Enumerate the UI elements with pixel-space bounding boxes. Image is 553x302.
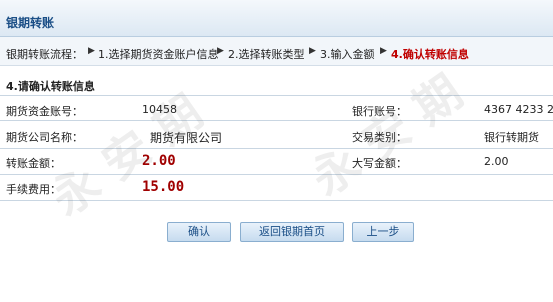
step-2: 2.选择转账类型 [228, 48, 305, 61]
fee-label: 手续费用： [6, 183, 61, 196]
transaction-type-label: 交易类别： [352, 131, 407, 144]
redacted-area [122, 124, 148, 146]
bank-account-label: 银行账号： [352, 105, 407, 118]
row-divider [0, 120, 553, 121]
arrow-right-icon: ▶ [380, 46, 387, 56]
arrow-right-icon: ▶ [88, 46, 95, 56]
fee-value: 15.00 [142, 179, 185, 195]
arrow-right-icon: ▶ [217, 46, 224, 56]
step-1: 1.选择期货资金账户信息 [98, 48, 219, 61]
process-label: 银期转账流程： [6, 48, 83, 61]
company-label: 期货公司名称： [6, 131, 83, 144]
amount-upper-label: 大写金额： [352, 157, 407, 170]
section-title: 4.请确认转账信息 [6, 80, 95, 93]
previous-step-button[interactable]: 上一步 [352, 222, 414, 242]
row-divider [0, 174, 553, 175]
company-value: 期货有限公司 [150, 131, 223, 145]
amount-label: 转账金额： [6, 157, 61, 170]
row-divider [0, 95, 553, 96]
process-breadcrumb: 银期转账流程： ▶ 1.选择期货资金账户信息 ▶ 2.选择转账类型 ▶ 3.输入… [0, 37, 553, 66]
window-title: 银期转账 [6, 16, 55, 30]
futures-account-label: 期货资金账号： [6, 105, 83, 118]
amount-value: 2.00 [142, 153, 176, 169]
confirm-button[interactable]: 确认 [167, 222, 231, 242]
step-3: 3.输入金额 [320, 48, 375, 61]
row-divider [0, 200, 553, 201]
futures-account-value: 10458 [142, 103, 177, 116]
watermark: 永 安 期 [41, 84, 212, 227]
bank-account-value: 4367 4233 205 [484, 103, 553, 116]
amount-upper-value: 2.00 [484, 155, 509, 168]
row-divider [0, 148, 553, 149]
step-4-active: 4.确认转账信息 [391, 48, 469, 61]
return-home-button[interactable]: 返回银期首页 [240, 222, 344, 242]
window-title-bar: 银期转账 [0, 0, 553, 37]
arrow-right-icon: ▶ [309, 46, 316, 56]
transaction-type-value: 银行转期货 [484, 131, 539, 144]
